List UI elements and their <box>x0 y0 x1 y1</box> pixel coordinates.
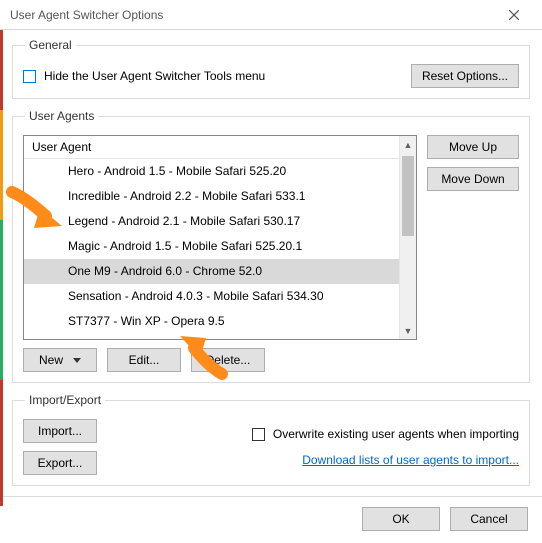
left-edge-decoration <box>0 30 3 506</box>
general-group: General Hide the User Agent Switcher Too… <box>12 38 530 99</box>
list-item[interactable]: Magic - Android 1.5 - Mobile Safari 525.… <box>24 234 416 259</box>
dialog-footer: OK Cancel <box>0 496 542 543</box>
scrollbar[interactable]: ▲ ▼ <box>399 136 416 339</box>
scroll-thumb[interactable] <box>402 156 414 236</box>
scroll-up-icon[interactable]: ▲ <box>400 136 416 153</box>
reset-options-button[interactable]: Reset Options... <box>411 64 519 88</box>
cancel-button[interactable]: Cancel <box>450 507 528 531</box>
hide-menu-checkbox[interactable]: Hide the User Agent Switcher Tools menu <box>23 69 265 83</box>
scroll-down-icon[interactable]: ▼ <box>400 322 416 339</box>
edit-button[interactable]: Edit... <box>107 348 181 372</box>
close-icon <box>509 10 519 20</box>
list-item[interactable]: Legend - Android 2.1 - Mobile Safari 530… <box>24 209 416 234</box>
new-button[interactable]: New <box>23 348 97 372</box>
delete-button[interactable]: Delete... <box>191 348 265 372</box>
download-lists-link[interactable]: Download lists of user agents to import.… <box>302 453 519 467</box>
user-agent-list[interactable]: User Agent Hero - Android 1.5 - Mobile S… <box>23 135 417 340</box>
ok-button[interactable]: OK <box>362 507 440 531</box>
move-up-button[interactable]: Move Up <box>427 135 519 159</box>
chevron-down-icon <box>73 358 81 363</box>
import-export-group: Import/Export Import... Export... Overwr… <box>12 393 530 486</box>
overwrite-checkbox[interactable]: Overwrite existing user agents when impo… <box>252 427 519 441</box>
move-down-button[interactable]: Move Down <box>427 167 519 191</box>
list-item[interactable]: Incredible - Android 2.2 - Mobile Safari… <box>24 184 416 209</box>
user-agent-column-header[interactable]: User Agent <box>24 136 416 159</box>
titlebar: User Agent Switcher Options <box>0 0 542 30</box>
list-item[interactable]: Tattoo - Android 1.6 - Mobile Safari 525… <box>24 334 416 339</box>
new-button-label: New <box>39 353 63 367</box>
import-button[interactable]: Import... <box>23 419 97 443</box>
hide-menu-label: Hide the User Agent Switcher Tools menu <box>44 69 265 83</box>
import-export-legend: Import/Export <box>25 393 105 407</box>
checkbox-icon <box>252 428 265 441</box>
user-agents-legend: User Agents <box>25 109 98 123</box>
general-legend: General <box>25 38 76 52</box>
user-agents-group: User Agents User Agent Hero - Android 1.… <box>12 109 530 383</box>
checkbox-icon <box>23 70 36 83</box>
list-item[interactable]: One M9 - Android 6.0 - Chrome 52.0 <box>24 259 416 284</box>
export-button[interactable]: Export... <box>23 451 97 475</box>
overwrite-label: Overwrite existing user agents when impo… <box>273 427 519 441</box>
window-title: User Agent Switcher Options <box>10 8 494 22</box>
list-item[interactable]: Hero - Android 1.5 - Mobile Safari 525.2… <box>24 159 416 184</box>
list-item[interactable]: Sensation - Android 4.0.3 - Mobile Safar… <box>24 284 416 309</box>
close-button[interactable] <box>494 1 534 29</box>
list-item[interactable]: ST7377 - Win XP - Opera 9.5 <box>24 309 416 334</box>
